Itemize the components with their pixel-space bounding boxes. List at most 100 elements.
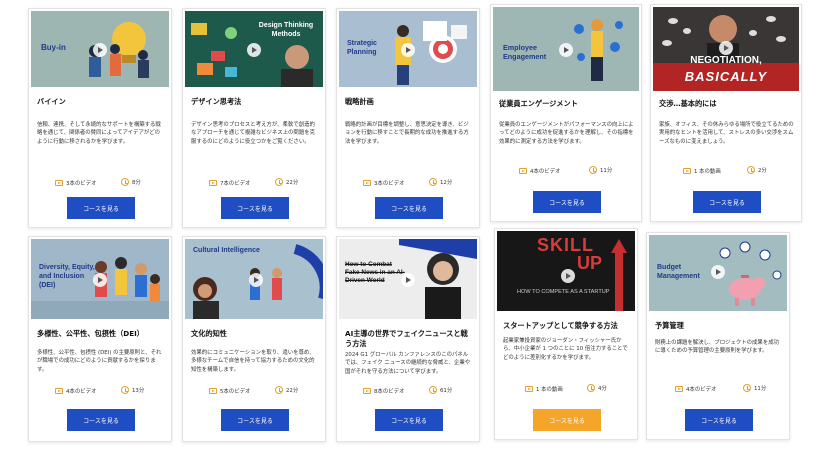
view-course-button[interactable]: コースを見る — [221, 409, 289, 431]
video-icon — [55, 388, 63, 394]
course-title: 文化的知性 — [191, 329, 227, 338]
thumbnail-title: How to Combat Fake News in an AI-Driven … — [345, 261, 405, 284]
video-count: 4本のビデオ — [55, 387, 96, 395]
video-icon — [55, 180, 63, 186]
duration: 4分 — [587, 384, 607, 392]
clock-icon — [743, 384, 751, 392]
video-icon — [209, 388, 217, 394]
play-icon[interactable] — [401, 43, 415, 57]
thumbnail-title-line-2: UP — [577, 253, 603, 273]
play-icon[interactable] — [249, 273, 263, 287]
course-description: 多様性、公平性、包摂性 (DEI) の主要原則と、それが職場での成功にどのように… — [37, 350, 162, 373]
video-icon — [519, 168, 527, 174]
view-course-button[interactable]: コースを見る — [375, 197, 443, 219]
duration: 22分 — [275, 386, 298, 394]
course-title: バイイン — [37, 97, 66, 106]
video-icon — [675, 386, 683, 392]
course-card[interactable]: Diversity, Equity, and Inclusion (DEI) 多… — [28, 236, 172, 442]
video-count-label: 4本のビデオ — [66, 389, 97, 395]
play-icon[interactable] — [559, 43, 573, 57]
course-thumbnail[interactable]: NEGOTIATION, BASICALLY — [653, 7, 799, 91]
view-course-button[interactable]: コースを見る — [693, 191, 761, 213]
play-icon[interactable] — [561, 269, 575, 283]
view-course-button[interactable]: コースを見る — [533, 191, 601, 213]
video-icon — [363, 388, 371, 394]
thumbnail-title: Buy-in — [41, 43, 66, 52]
course-title: 交渉…基本的には — [659, 99, 717, 108]
thumbnail-title-line-2: BASICALLY — [684, 69, 768, 84]
video-icon — [363, 180, 371, 186]
course-thumbnail[interactable]: Diversity, Equity, and Inclusion (DEI) — [31, 239, 169, 319]
duration-label: 12分 — [440, 180, 453, 186]
thumbnail-title: Strategic Planning — [347, 40, 377, 56]
duration: 12分 — [429, 178, 452, 186]
course-title: 戦略計画 — [345, 97, 374, 106]
course-description: デザイン思考のプロセスと考え方が、柔軟で創造的なアプローチを通じて複雑なビジネス… — [191, 122, 315, 145]
play-icon[interactable] — [247, 43, 261, 57]
video-count-label: 4本のビデオ — [530, 169, 561, 175]
clock-icon — [747, 166, 755, 174]
thumbnail-title: Employee Engagement — [503, 43, 547, 61]
course-description: 起業家兼投資家のジョーダン・フィッシャー氏から、中小企業が 1 つのことに 10… — [503, 338, 628, 361]
course-card[interactable]: Budget Management 予算管理 財務上の課題を解決し、プロジェクト… — [646, 232, 790, 440]
view-course-button[interactable]: コースを見る — [685, 409, 753, 431]
video-count: 7本のビデオ — [209, 179, 250, 187]
course-card[interactable]: NEGOTIATION, BASICALLY 交渉…基本的には 家族、オフィス、… — [650, 4, 802, 222]
clock-icon — [275, 178, 283, 186]
course-card[interactable]: Buy-in バイイン 信頼、連携、そして永続的なサポートを構築する戦略を通じて… — [28, 8, 172, 228]
duration-label: 13分 — [132, 388, 145, 394]
course-description: 効果的にコミュニケーションを取り、違いを尊め、多様なチームで自信を持って協力する… — [191, 350, 315, 373]
play-icon[interactable] — [711, 265, 725, 279]
duration-label: 2分 — [758, 168, 767, 174]
course-card[interactable]: Design Thinking Methods デザイン思考法 デザイン思考のプ… — [182, 8, 326, 228]
clock-icon — [121, 386, 129, 394]
view-course-button[interactable]: コースを見る — [67, 409, 135, 431]
video-count-label: 7本のビデオ — [220, 181, 251, 187]
view-course-button[interactable]: コースを見る — [221, 197, 289, 219]
course-thumbnail[interactable]: Employee Engagement — [493, 7, 639, 91]
course-thumbnail[interactable]: SKILL UP HOW TO COMPETE AS A STARTUP — [497, 231, 635, 311]
play-icon[interactable] — [93, 273, 107, 287]
video-count-label: 4本のビデオ — [686, 387, 717, 393]
view-course-button[interactable]: コースを見る — [533, 409, 601, 431]
duration-label: 22分 — [286, 388, 299, 394]
video-count: 8本のビデオ — [363, 387, 404, 395]
course-title: 多様性、公平性、包摂性（DEI） — [37, 329, 144, 338]
play-icon[interactable] — [401, 273, 415, 287]
video-count: 5本のビデオ — [209, 387, 250, 395]
thumbnail-title: Cultural Intelligence — [193, 247, 260, 254]
video-count: 3本のビデオ — [55, 179, 96, 187]
course-thumbnail[interactable]: Cultural Intelligence — [185, 239, 323, 319]
course-title: デザイン思考法 — [191, 97, 242, 106]
course-card[interactable]: Strategic Planning 戦略計画 戦略的計画が目標を調整し、意思決… — [336, 8, 480, 228]
course-description: 家族、オフィス、その休みらゆる場所で役立てるための実用的なヒントを活用して、スト… — [659, 122, 794, 145]
play-icon[interactable] — [93, 43, 107, 57]
duration: 11分 — [589, 166, 612, 174]
view-course-button[interactable]: コースを見る — [67, 197, 135, 219]
course-thumbnail[interactable]: Budget Management — [649, 235, 787, 311]
clock-icon — [429, 178, 437, 186]
course-description: 2024 G1 グローバル カンファレンスのこのパネルでは、フェイク ニュースの… — [345, 352, 471, 375]
video-count-label: 1 本の動画 — [694, 169, 721, 175]
course-card[interactable]: How to Combat Fake News in an AI-Driven … — [336, 236, 480, 442]
course-thumbnail[interactable]: Buy-in — [31, 11, 169, 87]
video-count-label: 5本のビデオ — [220, 389, 251, 395]
course-card[interactable]: Employee Engagement 従業員エンゲージメント 従業員のエンゲー… — [490, 4, 642, 222]
duration: 22分 — [275, 178, 298, 186]
duration: 61分 — [429, 386, 452, 394]
clock-icon — [275, 386, 283, 394]
clock-icon — [587, 384, 595, 392]
course-description: 戦略的計画が目標を調整し、意思決定を導き、ビジョンを行動に移すことで長期的な成功… — [345, 122, 469, 145]
course-card[interactable]: SKILL UP HOW TO COMPETE AS A STARTUP スター… — [494, 228, 638, 440]
view-course-button[interactable]: コースを見る — [375, 409, 443, 431]
course-thumbnail[interactable]: Design Thinking Methods — [185, 11, 323, 87]
duration: 11分 — [743, 384, 766, 392]
video-count-label: 1 本の動画 — [536, 387, 563, 393]
video-icon — [209, 180, 217, 186]
course-card[interactable]: Cultural Intelligence 文化的知性 効果的にコミュニケーショ… — [182, 236, 326, 442]
course-thumbnail[interactable]: Strategic Planning — [339, 11, 477, 87]
play-icon[interactable] — [719, 41, 733, 55]
clock-icon — [121, 178, 129, 186]
course-thumbnail[interactable]: How to Combat Fake News in an AI-Driven … — [339, 239, 477, 319]
course-title: AI主導の世界でフェイクニュースと戦う方法 — [345, 329, 468, 348]
